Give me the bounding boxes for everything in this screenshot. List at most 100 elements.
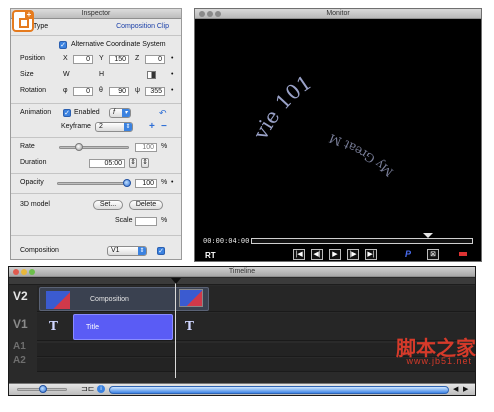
go-to-end-button[interactable]: ▶| bbox=[365, 249, 377, 260]
rotation-psi-field[interactable]: 355 bbox=[145, 87, 165, 96]
position-z-field[interactable]: 0 bbox=[145, 55, 165, 64]
preview-title-text: vie 101 bbox=[248, 70, 316, 144]
monitor-preview: vie 101 My Great M bbox=[248, 70, 396, 179]
composition-label: Composition bbox=[20, 247, 59, 254]
set-model-button[interactable]: Set... bbox=[93, 200, 123, 210]
p-button[interactable]: P bbox=[405, 249, 411, 259]
minimize-icon[interactable] bbox=[207, 11, 213, 17]
opacity-field[interactable]: 100 bbox=[135, 179, 157, 188]
composition-thumbnail-icon bbox=[46, 291, 70, 309]
position-x-field[interactable]: 0 bbox=[73, 55, 93, 64]
theta-label: θ bbox=[99, 87, 103, 94]
monitor-titlebar: Monitor bbox=[195, 9, 481, 19]
h-label: H bbox=[99, 71, 105, 78]
opacity-menu-icon[interactable]: • bbox=[171, 177, 173, 189]
rotation-menu-icon[interactable]: • bbox=[171, 85, 173, 97]
composition-value: V1 bbox=[111, 247, 120, 254]
chevron-updown-icon: ⇕ bbox=[124, 123, 132, 131]
size-label: Size bbox=[20, 71, 34, 78]
duration-stepper[interactable]: ⇕ bbox=[129, 158, 137, 168]
aspect-lock-icon[interactable] bbox=[147, 71, 156, 79]
rotation-label: Rotation bbox=[20, 87, 47, 94]
animation-label: Animation bbox=[20, 109, 52, 116]
keyframe-popup[interactable]: 2 ⇕ bbox=[95, 122, 133, 132]
size-menu-icon[interactable]: • bbox=[171, 69, 173, 81]
scroll-right-icon[interactable]: ▶ bbox=[463, 385, 468, 393]
title-thumbnail-icon: T bbox=[49, 319, 58, 333]
timeline-title: Timeline bbox=[228, 268, 256, 275]
alt-coord-checkbox[interactable]: ✓ bbox=[59, 41, 67, 49]
track-label-a1: A1 bbox=[13, 341, 26, 352]
enabled-label: Enabled bbox=[74, 109, 100, 116]
chevron-down-icon: ▾ bbox=[122, 109, 130, 117]
w-label: W bbox=[63, 71, 70, 78]
phi-label: φ bbox=[63, 87, 68, 94]
playhead-marker-icon[interactable] bbox=[171, 278, 181, 284]
zoom-icon[interactable] bbox=[29, 269, 35, 275]
type-label: Type bbox=[33, 23, 49, 30]
composition-checkbox[interactable]: ✓ bbox=[157, 247, 165, 255]
delete-model-button[interactable]: Delete bbox=[129, 200, 163, 210]
duration-label: Duration bbox=[20, 159, 47, 166]
position-y-field[interactable]: 150 bbox=[109, 55, 129, 64]
step-forward-button[interactable]: |▶ bbox=[347, 249, 359, 260]
monitor-title: Monitor bbox=[326, 10, 350, 17]
position-menu-icon[interactable]: • bbox=[171, 53, 173, 65]
timeline-bottom-bar: ⊐⊏ i ◀ ▶ bbox=[9, 383, 475, 395]
timeline-ruler[interactable] bbox=[9, 278, 475, 285]
rate-unit: % bbox=[161, 143, 168, 150]
keyframe-label: Keyframe bbox=[61, 123, 91, 130]
track-label-a2: A2 bbox=[13, 355, 26, 366]
close-icon[interactable] bbox=[199, 11, 205, 17]
z-label: Z bbox=[135, 55, 140, 62]
title-end-thumbnail-icon: T bbox=[185, 319, 194, 333]
monitor-scrubber[interactable] bbox=[251, 238, 473, 244]
remove-keyframe-icon[interactable]: − bbox=[161, 121, 167, 133]
duration-field[interactable]: 05:00 bbox=[89, 159, 125, 168]
play-button[interactable]: ▶ bbox=[329, 249, 341, 260]
fullscreen-icon[interactable]: ⊠ bbox=[427, 249, 439, 260]
undo-icon[interactable]: ↶ bbox=[159, 107, 167, 119]
step-back-button[interactable]: ◀| bbox=[311, 249, 323, 260]
track-label-v2: V2 bbox=[13, 289, 28, 303]
monitor-window: Monitor vie 101 My Great M 00:00:04:00 R… bbox=[194, 8, 482, 262]
chevron-updown-icon: ⇕ bbox=[138, 247, 146, 255]
rotation-phi-field[interactable]: 0 bbox=[73, 87, 93, 96]
scale-field[interactable] bbox=[135, 217, 157, 226]
go-to-start-button[interactable]: |◀ bbox=[293, 249, 305, 260]
scroll-left-icon[interactable]: ◀ bbox=[453, 385, 458, 393]
type-value: Composition Clip bbox=[116, 23, 169, 30]
rate-slider[interactable] bbox=[59, 146, 129, 149]
zoom-slider-knob[interactable] bbox=[39, 385, 47, 393]
rate-field[interactable]: 100 bbox=[135, 143, 157, 152]
close-icon[interactable] bbox=[13, 269, 19, 275]
title-clip[interactable]: Title bbox=[73, 314, 173, 340]
animation-function-popup[interactable]: f ▾ bbox=[109, 108, 131, 118]
info-icon[interactable]: i bbox=[97, 385, 105, 393]
rotation-theta-field[interactable]: 90 bbox=[109, 87, 129, 96]
function-value: f bbox=[113, 109, 115, 116]
title-clip-label: Title bbox=[86, 324, 99, 331]
preview-subtitle-text: My Great M bbox=[327, 131, 396, 179]
scale-label: Scale bbox=[115, 217, 133, 224]
duration-stepper-2[interactable]: ⇕ bbox=[141, 158, 149, 168]
timeline-playhead[interactable] bbox=[175, 278, 176, 378]
opacity-slider-knob[interactable] bbox=[123, 179, 131, 187]
composition-popup[interactable]: V1 ⇕ bbox=[107, 246, 147, 256]
opacity-slider[interactable] bbox=[57, 182, 129, 185]
track-label-v1: V1 bbox=[13, 317, 28, 331]
zoom-icon[interactable] bbox=[215, 11, 221, 17]
monitor-playhead[interactable] bbox=[423, 233, 433, 238]
rt-label: RT bbox=[205, 251, 216, 260]
logo-plus-icon: + bbox=[25, 10, 33, 19]
model3d-label: 3D model bbox=[20, 201, 50, 208]
logo-square-icon bbox=[19, 18, 29, 28]
scale-unit: % bbox=[161, 217, 168, 224]
minimize-icon[interactable] bbox=[21, 269, 27, 275]
timeline-scrollbar[interactable] bbox=[109, 386, 449, 394]
animation-enabled-checkbox[interactable]: ✓ bbox=[63, 109, 71, 117]
rate-slider-knob[interactable] bbox=[75, 143, 83, 151]
composition-end-thumbnail-icon bbox=[179, 289, 203, 307]
snap-icon[interactable]: ⊐⊏ bbox=[81, 384, 94, 393]
add-keyframe-icon[interactable]: + bbox=[149, 121, 155, 133]
